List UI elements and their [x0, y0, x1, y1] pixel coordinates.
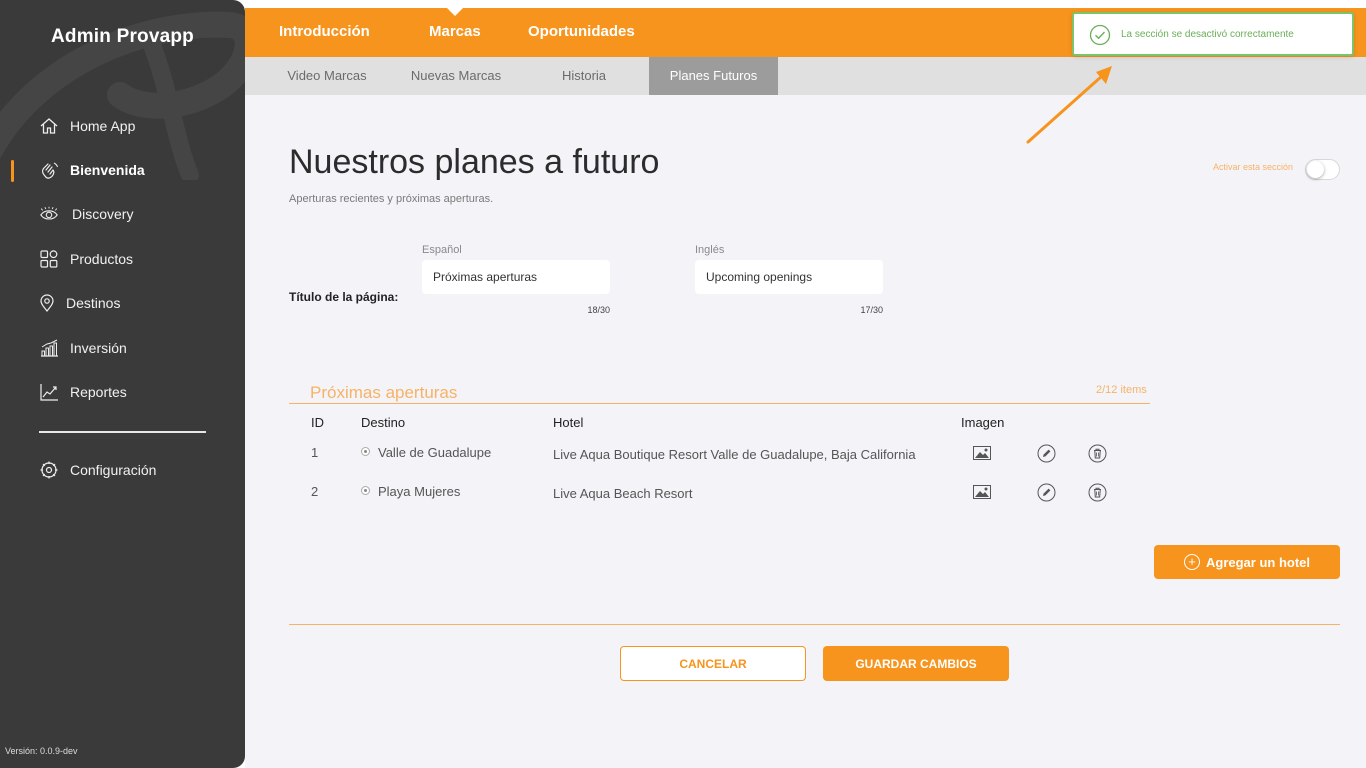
section-divider	[289, 403, 1150, 404]
sidebar-item-bienvenida[interactable]: Bienvenida	[0, 150, 245, 190]
edit-icon[interactable]	[1036, 482, 1056, 502]
destination-dot-icon	[361, 486, 370, 495]
save-changes-button[interactable]: GUARDAR CAMBIOS	[823, 646, 1009, 681]
section-toggle-label: Activar esta sección	[1213, 162, 1294, 172]
footer-divider	[289, 624, 1340, 625]
tab-introduccion[interactable]: Introducción	[279, 8, 370, 57]
wave-hand-icon	[39, 160, 59, 180]
annotation-arrow-icon	[1026, 66, 1112, 144]
sidebar-item-label: Destinos	[66, 295, 121, 311]
toast-message: La sección se desactivó correctamente	[1121, 29, 1294, 40]
column-header-id: ID	[311, 415, 324, 430]
sidebar-item-label: Bienvenida	[70, 162, 145, 178]
bar-chart-icon	[39, 338, 59, 358]
app-title: Admin Provapp	[50, 26, 194, 47]
row-hotel: Live Aqua Beach Resort	[553, 486, 693, 501]
row-destino: Valle de Guadalupe	[378, 445, 492, 460]
trash-icon[interactable]	[1087, 443, 1107, 463]
english-char-counter: 17/30	[860, 305, 883, 315]
subtab-video-marcas[interactable]: Video Marcas	[273, 57, 381, 95]
add-hotel-label: Agregar un hotel	[1205, 554, 1310, 570]
version-label: Versión: 0.0.9-dev	[5, 746, 78, 756]
tab-marcas[interactable]: Marcas	[429, 8, 481, 57]
row-destino: Playa Mujeres	[378, 484, 461, 499]
section-toggle[interactable]	[1305, 159, 1340, 180]
home-icon	[39, 116, 59, 136]
sidebar-item-home-app[interactable]: Home App	[0, 106, 245, 146]
sidebar-item-reportes[interactable]: Reportes	[0, 372, 245, 412]
sidebar-item-inversion[interactable]: Inversión	[0, 328, 245, 368]
image-icon[interactable]	[972, 482, 992, 502]
main-content: Nuestros planes a futuro Aperturas recie…	[245, 95, 1366, 768]
sidebar-item-destinos[interactable]: Destinos	[0, 283, 245, 323]
sidebar-item-configuracion[interactable]: Configuración	[0, 450, 245, 490]
subtab-nuevas-marcas[interactable]: Nuevas Marcas	[401, 57, 511, 95]
sidebar-item-productos[interactable]: Productos	[0, 239, 245, 279]
trash-icon[interactable]	[1087, 482, 1107, 502]
sidebar-item-label: Reportes	[70, 384, 127, 400]
sidebar: Admin Provapp Home App Bienvenida Discov…	[0, 0, 245, 768]
sidebar-item-label: Inversión	[70, 340, 127, 356]
sidebar-divider	[39, 431, 206, 433]
column-header-imagen: Imagen	[961, 415, 1005, 430]
subtab-planes-futuros[interactable]: Planes Futuros	[649, 57, 778, 95]
cancel-button[interactable]: CANCELAR	[620, 646, 806, 681]
spanish-char-counter: 18/30	[587, 305, 610, 315]
destination-dot-icon	[361, 447, 370, 456]
column-header-destino: Destino	[361, 415, 406, 430]
items-count: 2/12 items	[1096, 384, 1147, 396]
sub-nav: Video Marcas Nuevas Marcas Historia Plan…	[245, 57, 1366, 95]
sidebar-item-label: Discovery	[72, 206, 134, 222]
page-subtitle: Aperturas recientes y próximas aperturas…	[289, 193, 494, 205]
section-title: Próximas aperturas	[310, 383, 458, 402]
image-icon[interactable]	[972, 443, 992, 463]
edit-icon[interactable]	[1036, 443, 1056, 463]
check-circle-icon	[1089, 24, 1111, 46]
line-chart-icon	[39, 382, 59, 402]
eye-icon	[39, 204, 59, 224]
page-title-field-label: Título de la página:	[289, 290, 399, 304]
title-english-input[interactable]	[695, 260, 883, 294]
toggle-knob	[1307, 161, 1324, 178]
location-pin-icon	[37, 293, 57, 313]
page-title: Nuestros planes a futuro	[289, 143, 660, 181]
sidebar-item-discovery[interactable]: Discovery	[0, 194, 245, 234]
subtab-historia[interactable]: Historia	[539, 57, 629, 95]
row-hotel: Live Aqua Boutique Resort Valle de Guada…	[553, 447, 916, 462]
title-spanish-input[interactable]	[422, 260, 610, 294]
products-icon	[39, 249, 59, 269]
success-toast: La sección se desactivó correctamente	[1072, 12, 1354, 56]
tab-oportunidades[interactable]: Oportunidades	[528, 8, 635, 57]
sidebar-item-label: Home App	[70, 118, 136, 134]
gear-icon	[39, 460, 59, 480]
english-label: Inglés	[695, 244, 725, 256]
row-id: 2	[311, 484, 319, 499]
plus-circle-icon: +	[1183, 554, 1200, 570]
column-header-hotel: Hotel	[553, 415, 584, 430]
spanish-label: Español	[422, 244, 462, 256]
sidebar-item-label: Productos	[70, 251, 134, 267]
sidebar-item-label: Configuración	[70, 462, 157, 478]
row-id: 1	[311, 445, 319, 460]
add-hotel-button[interactable]: + Agregar un hotel	[1154, 545, 1340, 579]
